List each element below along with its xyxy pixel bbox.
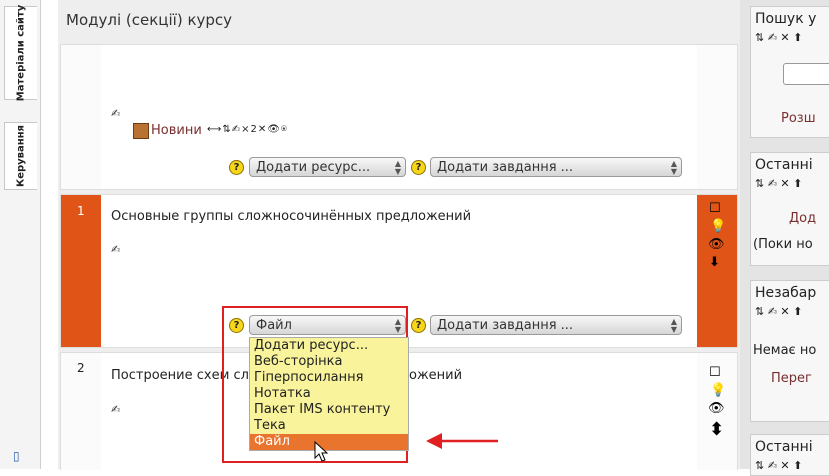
chevron-updown-icon: ▲ ▼ bbox=[670, 317, 677, 334]
add-activity-select[interactable]: Додати завдання ... ▲ ▼ bbox=[430, 157, 682, 177]
chevron-updown-icon: ▲ ▼ bbox=[394, 159, 401, 176]
left-tab-bar: Матеріали сайту Керування ▯ bbox=[0, 0, 41, 469]
recent-activity-block: Останні ⇅ ✍ ✕ ⬆ bbox=[750, 434, 829, 476]
add-resource-select[interactable]: Додати ресурс... ▲ ▼ bbox=[249, 157, 406, 177]
help-icon[interactable]: ? bbox=[411, 318, 426, 333]
highlight-square-icon[interactable]: ☐ bbox=[709, 365, 721, 380]
go-to-calendar-link[interactable]: Перег bbox=[771, 371, 812, 386]
forum-icon bbox=[133, 123, 149, 139]
block-controls-icons[interactable]: ⇅ ✍ ✕ ⬆ bbox=[751, 305, 829, 318]
tab-manage[interactable]: Керування bbox=[4, 122, 37, 190]
eye-icon[interactable]: 👁 bbox=[708, 401, 725, 416]
eye-icon[interactable]: 👁 bbox=[708, 237, 725, 252]
block-title: Незабар bbox=[755, 285, 817, 301]
block-controls-icons[interactable]: ⇅ ✍ ✕ ⬆ bbox=[751, 31, 829, 44]
latest-news-block: Останні ⇅ ✍ ✕ ⬆ Дод (Поки но bbox=[750, 152, 829, 266]
block-controls-icons[interactable]: ⇅ ✍ ✕ ⬆ bbox=[751, 459, 829, 472]
option-add-resource[interactable]: Додати ресурс... bbox=[250, 338, 408, 354]
option-note[interactable]: Нотатка bbox=[250, 386, 408, 402]
edit-summary-icon[interactable]: ✍ bbox=[111, 403, 120, 416]
page-title: Модулі (секції) курсу bbox=[66, 11, 233, 29]
section-0: ✍ Новини ⟷⇅✍×2✕👁⍟ ? Додати ресурс... ▲ ▼ … bbox=[60, 44, 738, 190]
highlight-square-icon[interactable]: ☐ bbox=[709, 201, 721, 216]
news-link[interactable]: Новини bbox=[151, 123, 202, 138]
section-number: 2 bbox=[77, 361, 85, 375]
edit-summary-icon[interactable]: ✍ bbox=[111, 243, 120, 256]
option-folder[interactable]: Тека bbox=[250, 418, 408, 434]
lightbulb-icon[interactable]: 💡 bbox=[710, 383, 726, 398]
block-controls-icons[interactable]: ⇅ ✍ ✕ ⬆ bbox=[751, 177, 829, 190]
no-news-text: (Поки но bbox=[753, 237, 813, 252]
block-title: Останні bbox=[755, 439, 813, 455]
search-block: Пошук у ⇅ ✍ ✕ ⬆ Розш bbox=[750, 6, 829, 138]
tab-manage-label: Керування bbox=[15, 125, 27, 187]
section-number: 1 bbox=[77, 204, 85, 218]
search-input[interactable] bbox=[783, 63, 829, 85]
option-hyperlink[interactable]: Гіперпосилання bbox=[250, 370, 408, 386]
no-events-text: Немає но bbox=[753, 343, 817, 358]
section-title-right: ожений bbox=[409, 368, 463, 383]
section-title: Основные группы сложносочинённых предлож… bbox=[111, 209, 472, 224]
mouse-cursor-icon bbox=[314, 441, 329, 462]
help-icon[interactable]: ? bbox=[411, 160, 426, 175]
resource-dropdown-list[interactable]: Додати ресурс... Веб-сторінка Гіперпосил… bbox=[249, 337, 409, 451]
move-down-icon[interactable]: ⬇ bbox=[709, 255, 720, 270]
edit-summary-icon[interactable]: ✍ bbox=[111, 107, 120, 120]
upcoming-events-block: Незабар ⇅ ✍ ✕ ⬆ Немає но Перег bbox=[750, 280, 829, 422]
red-arrow-icon bbox=[426, 433, 498, 449]
block-title: Останні bbox=[755, 157, 813, 173]
lightbulb-icon[interactable]: 💡 bbox=[710, 219, 726, 234]
dock-icon[interactable]: ▯ bbox=[13, 449, 20, 463]
option-ims-package[interactable]: Пакет IMS контенту bbox=[250, 402, 408, 418]
option-web-page[interactable]: Веб-сторінка bbox=[250, 354, 408, 370]
tab-site-materials-label: Матеріали сайту bbox=[15, 4, 27, 102]
right-blocks-column: Пошук у ⇅ ✍ ✕ ⬆ Розш Останні ⇅ ✍ ✕ ⬆ Дод… bbox=[740, 0, 829, 476]
help-icon[interactable]: ? bbox=[229, 160, 244, 175]
add-activity-select[interactable]: Додати завдання ... ▲ ▼ bbox=[430, 315, 682, 335]
add-news-link[interactable]: Дод bbox=[789, 211, 816, 226]
activity-tools-icons[interactable]: ⟷⇅✍×2✕👁⍟ bbox=[207, 124, 288, 135]
advanced-search-link[interactable]: Розш bbox=[781, 111, 816, 126]
move-updown-icon[interactable]: ⬍ bbox=[709, 419, 724, 440]
chevron-updown-icon: ▲ ▼ bbox=[670, 159, 677, 176]
tab-site-materials[interactable]: Матеріали сайту bbox=[4, 4, 37, 102]
block-title: Пошук у bbox=[755, 11, 817, 27]
